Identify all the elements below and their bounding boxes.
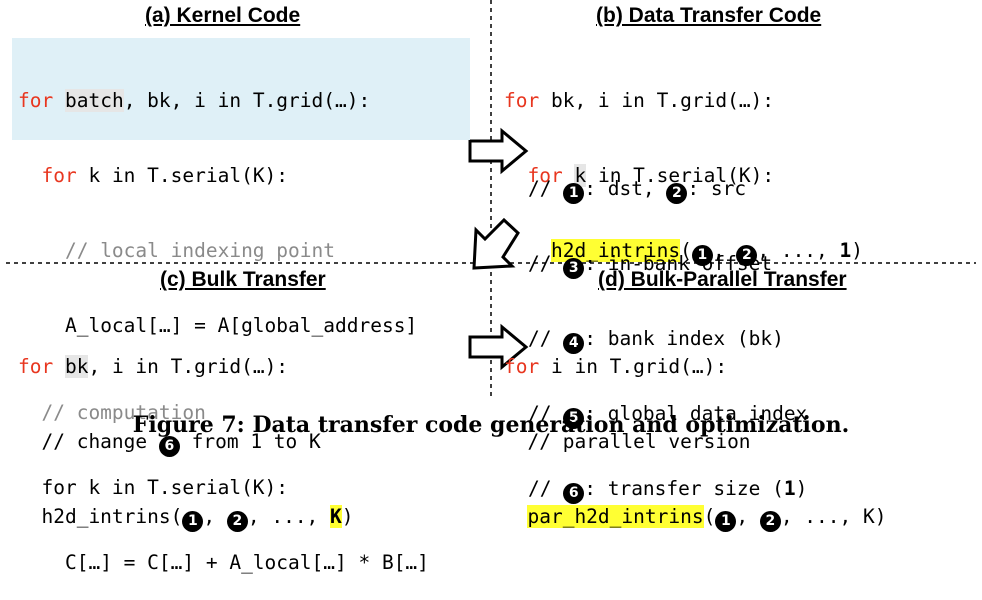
intrinsic-call: par_h2d_intrins: [527, 505, 704, 528]
keyword: for: [504, 89, 540, 112]
figure-caption: Figure 7: Data transfer code generation …: [132, 412, 850, 438]
comment: // local indexing point: [64, 239, 335, 262]
legend-line: // 1: dst, 2: src: [528, 176, 807, 204]
code-line: for batch, bk, i in T.grid(…):: [18, 89, 371, 112]
circle-1-icon: 1: [182, 511, 204, 532]
highlight: bk: [64, 355, 89, 378]
legend-line: // 3: in-bank offset: [528, 251, 807, 279]
keyword: for: [41, 164, 77, 187]
circle-1-icon: 1: [563, 183, 585, 204]
code-line: for bk, i in T.grid(…):: [504, 89, 775, 112]
keyword: for: [18, 89, 54, 112]
highlight: K: [330, 505, 342, 528]
highlight: batch: [64, 89, 124, 112]
circle-2-icon: 2: [226, 511, 248, 532]
code-line: // local indexing point: [18, 238, 429, 263]
circle-6-icon: 6: [158, 436, 180, 457]
circle-3-icon: 3: [563, 258, 585, 279]
circle-1-icon: 1: [715, 511, 737, 532]
panel-a-title: (a) Kernel Code: [145, 4, 301, 27]
circle-2-icon: 2: [759, 511, 781, 532]
code-line: h2d_intrins(1, 2, ..., K): [18, 504, 354, 532]
keyword: for: [18, 355, 54, 378]
code-line: for bk, i in T.grid(…):: [18, 355, 289, 378]
circle-2-icon: 2: [666, 183, 688, 204]
keyword: for: [504, 355, 540, 378]
panel-b-title: (b) Data Transfer Code: [596, 4, 822, 27]
code-line: par_h2d_intrins(1, 2, ..., K): [504, 504, 887, 532]
code-line: for k in T.serial(K):: [41, 164, 289, 187]
code-line: for i in T.grid(…):: [504, 355, 728, 378]
